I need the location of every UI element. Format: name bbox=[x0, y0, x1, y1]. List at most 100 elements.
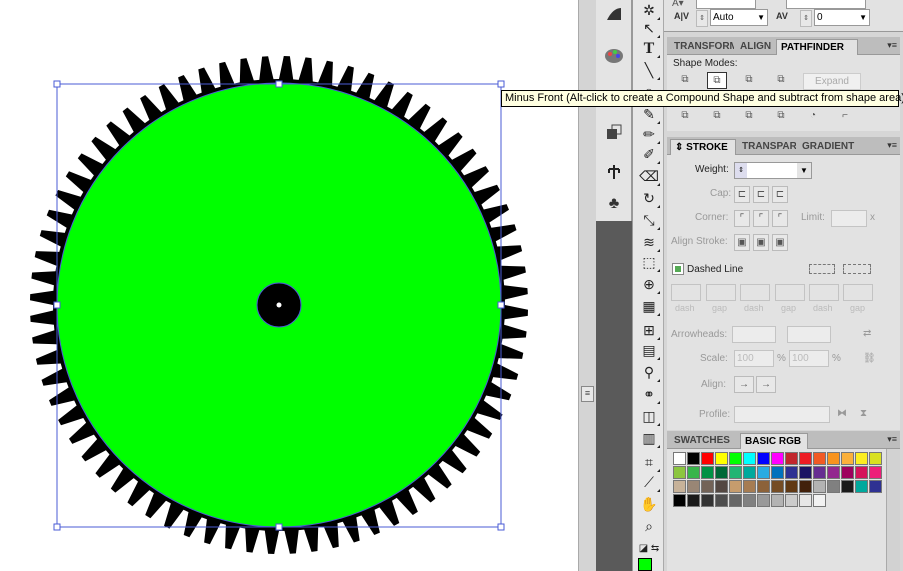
tab-gradient[interactable]: GRADIENT bbox=[798, 139, 860, 155]
artboard-canvas[interactable] bbox=[0, 0, 578, 571]
selection-handle[interactable] bbox=[497, 80, 505, 88]
tab-pathfinder[interactable]: PATHFINDER bbox=[776, 39, 858, 55]
color-swatch[interactable] bbox=[799, 452, 812, 465]
chevron-down-icon[interactable]: ▼ bbox=[797, 163, 811, 178]
color-swatch[interactable] bbox=[827, 452, 840, 465]
crop-icon[interactable]: ⧉ bbox=[771, 108, 791, 125]
tab-transparency[interactable]: TRANSPAR bbox=[738, 139, 796, 155]
color-swatch[interactable] bbox=[827, 480, 840, 493]
baseline-input[interactable] bbox=[786, 0, 866, 9]
color-swatch[interactable] bbox=[771, 480, 784, 493]
pencil-tool-icon[interactable]: ✏ bbox=[637, 124, 661, 145]
kerning-stepper[interactable]: ⇕ bbox=[696, 10, 708, 27]
arrow-tip-place-icon[interactable]: → bbox=[756, 376, 776, 393]
direct-selection-tool-icon[interactable]: ↖ bbox=[637, 18, 661, 39]
square-cap-icon[interactable]: ⊏ bbox=[772, 186, 788, 203]
gear-artwork[interactable] bbox=[0, 0, 578, 571]
tab-stroke[interactable]: ⇕ STROKE bbox=[670, 139, 736, 155]
selection-handle[interactable] bbox=[275, 523, 283, 531]
zoom-tool-icon[interactable]: ⌕ bbox=[637, 516, 661, 537]
color-swatch[interactable] bbox=[757, 494, 770, 507]
color-swatch[interactable] bbox=[687, 494, 700, 507]
hand-tool-icon[interactable]: ✋ bbox=[637, 494, 661, 515]
color-swatch[interactable] bbox=[757, 452, 770, 465]
scale-tool-icon[interactable]: ⤡ bbox=[637, 210, 661, 231]
align-outside-icon[interactable]: ▣ bbox=[772, 234, 788, 251]
tab-swatches[interactable]: SWATCHES bbox=[670, 433, 738, 449]
artboard-tool-icon[interactable]: ⌗ bbox=[637, 452, 661, 473]
slice-tool-icon[interactable]: ⟋ bbox=[637, 472, 661, 493]
color-swatch[interactable] bbox=[673, 494, 686, 507]
color-swatch[interactable] bbox=[673, 480, 686, 493]
arrow-tip-extend-icon[interactable]: → bbox=[734, 376, 754, 393]
color-swatch[interactable] bbox=[771, 466, 784, 479]
tab-basic-rgb[interactable]: BASIC RGB bbox=[740, 433, 808, 449]
color-swatch[interactable] bbox=[673, 466, 686, 479]
shape-builder-tool-icon[interactable]: ⊕ bbox=[637, 274, 661, 295]
color-swatch[interactable] bbox=[715, 452, 728, 465]
limit-input[interactable] bbox=[831, 210, 867, 227]
color-swatch[interactable] bbox=[757, 466, 770, 479]
color-swatch[interactable] bbox=[729, 466, 742, 479]
vertical-scrollbar[interactable]: ≡ bbox=[578, 0, 596, 571]
preserve-dash-icon[interactable] bbox=[809, 264, 835, 274]
warp-tool-icon[interactable]: ≋ bbox=[637, 232, 661, 253]
color-swatch[interactable] bbox=[785, 494, 798, 507]
dash-field-1[interactable] bbox=[671, 284, 701, 301]
flip-across-icon[interactable]: ⧗ bbox=[860, 408, 867, 419]
line-tool-icon[interactable]: ╲ bbox=[637, 60, 661, 81]
align-dash-icon[interactable] bbox=[843, 264, 871, 274]
dashed-line-checkbox[interactable] bbox=[672, 263, 684, 275]
flip-along-icon[interactable]: ⧓ bbox=[837, 408, 847, 419]
color-swatch[interactable] bbox=[785, 480, 798, 493]
color-swatch[interactable] bbox=[701, 480, 714, 493]
color-swatch[interactable] bbox=[827, 466, 840, 479]
color-swatch[interactable] bbox=[855, 452, 868, 465]
trim-icon[interactable]: ⧉ bbox=[707, 108, 727, 125]
color-swatch[interactable] bbox=[757, 480, 770, 493]
color-swatch[interactable] bbox=[813, 466, 826, 479]
color-swatch[interactable] bbox=[673, 452, 686, 465]
link-scale-icon[interactable]: ⛓ bbox=[863, 353, 876, 364]
transform-icon[interactable] bbox=[600, 118, 628, 146]
gap-field-2[interactable] bbox=[775, 284, 805, 301]
color-swatch[interactable] bbox=[743, 452, 756, 465]
tracking-select[interactable]: 0 ▼ bbox=[814, 9, 870, 26]
selection-handle[interactable] bbox=[275, 80, 283, 88]
weight-input[interactable]: ⇕ ▼ bbox=[734, 162, 812, 179]
gap-field-3[interactable] bbox=[843, 284, 873, 301]
free-transform-tool-icon[interactable]: ⬚ bbox=[637, 252, 661, 273]
color-swatch[interactable] bbox=[743, 494, 756, 507]
color-swatch[interactable] bbox=[869, 452, 882, 465]
swap-fill-stroke-icon[interactable]: ◪ ⇆ bbox=[637, 538, 661, 559]
color-swatch[interactable] bbox=[813, 480, 826, 493]
color-swatch[interactable] bbox=[771, 494, 784, 507]
symbol-sprayer-tool-icon[interactable]: ◫ bbox=[637, 406, 661, 427]
color-swatch[interactable] bbox=[855, 466, 868, 479]
club-icon[interactable]: ♣ bbox=[600, 190, 628, 218]
symbols-icon[interactable] bbox=[600, 158, 628, 186]
kerning-select[interactable]: Auto ▼ bbox=[710, 9, 768, 26]
color-swatch[interactable] bbox=[701, 494, 714, 507]
color-swatch[interactable] bbox=[785, 452, 798, 465]
minus-front-icon[interactable]: ⧉ bbox=[707, 72, 727, 89]
leading-input[interactable] bbox=[696, 0, 756, 9]
fill-color-swatch[interactable] bbox=[638, 558, 652, 571]
color-swatch[interactable] bbox=[799, 466, 812, 479]
end-arrowhead-select[interactable] bbox=[787, 326, 831, 343]
gap-field-1[interactable] bbox=[706, 284, 736, 301]
color-swatch[interactable] bbox=[715, 494, 728, 507]
align-inside-icon[interactable]: ▣ bbox=[753, 234, 769, 251]
selection-handle[interactable] bbox=[53, 80, 61, 88]
gradient-icon[interactable] bbox=[600, 0, 628, 28]
weight-stepper-icon[interactable]: ⇕ bbox=[735, 163, 747, 178]
color-swatch[interactable] bbox=[743, 480, 756, 493]
selection-handle[interactable] bbox=[497, 301, 505, 309]
miter-join-icon[interactable]: ⌜ bbox=[734, 210, 750, 227]
color-swatch[interactable] bbox=[869, 466, 882, 479]
color-swatch[interactable] bbox=[841, 452, 854, 465]
panel-collapse-handle[interactable]: ≡ bbox=[581, 386, 594, 402]
color-swatch[interactable] bbox=[743, 466, 756, 479]
color-swatch[interactable] bbox=[729, 494, 742, 507]
unite-icon[interactable]: ⧉ bbox=[675, 72, 695, 89]
